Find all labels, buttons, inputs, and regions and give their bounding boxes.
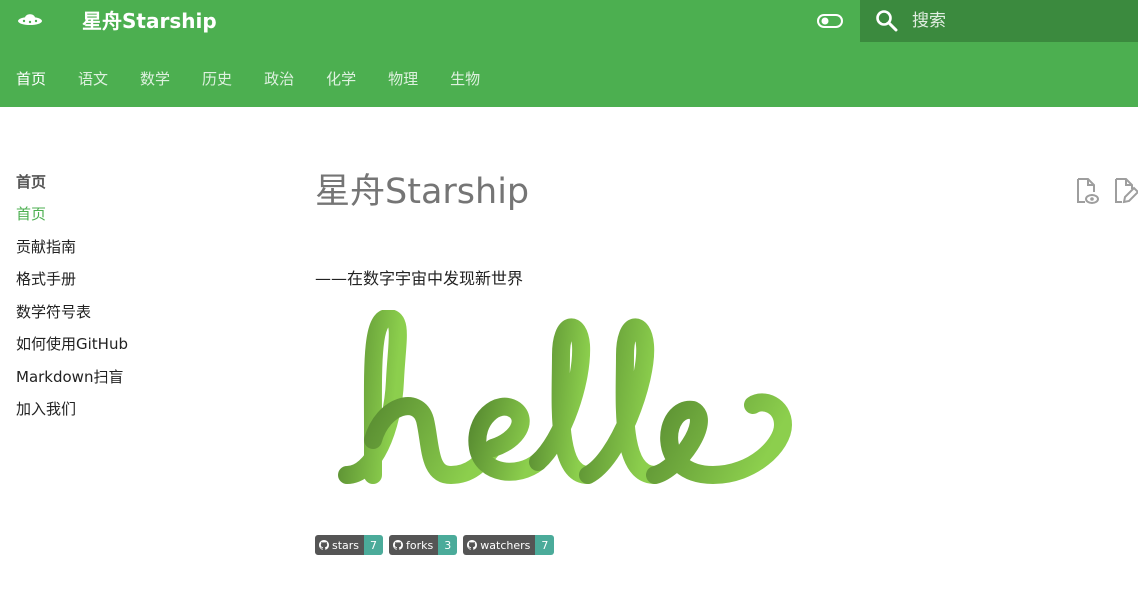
header-top-bar: 星舟Starship xyxy=(0,0,1138,42)
github-icon xyxy=(319,540,329,550)
tab-chemistry[interactable]: 化学 xyxy=(326,60,356,98)
tab-history[interactable]: 历史 xyxy=(202,60,232,98)
github-icon xyxy=(467,540,478,550)
tab-physics[interactable]: 物理 xyxy=(388,60,418,98)
repo-badges: stars 7 forks 3 watchers 7 xyxy=(315,535,560,555)
tab-math[interactable]: 数学 xyxy=(140,60,170,98)
badge-label-container: stars xyxy=(315,535,365,555)
badge-label-container: forks xyxy=(389,535,439,555)
view-source-icon[interactable] xyxy=(1074,176,1100,206)
tab-chinese[interactable]: 语文 xyxy=(78,60,108,98)
top-tabs: 首页 语文 数学 历史 政治 化学 物理 生物 xyxy=(0,60,496,98)
main-content: 星舟Starship ——在数字宇宙中发现新世界 xyxy=(315,168,1075,484)
sidebar-item-markdown[interactable]: Markdown扫盲 xyxy=(16,365,236,389)
sidebar-item-home[interactable]: 首页 xyxy=(16,202,236,226)
search-box[interactable] xyxy=(860,0,1138,42)
badge-label: forks xyxy=(406,538,434,552)
page-subtitle: ——在数字宇宙中发现新世界 xyxy=(315,269,524,288)
toggle-icon[interactable] xyxy=(816,10,844,32)
watchers-badge[interactable]: watchers 7 xyxy=(463,535,555,555)
badge-label-container: watchers xyxy=(463,535,536,555)
badge-count: 3 xyxy=(438,535,458,555)
forks-badge[interactable]: forks 3 xyxy=(389,535,458,555)
github-icon xyxy=(393,540,404,550)
page-actions xyxy=(1074,176,1138,208)
badge-count: 7 xyxy=(364,535,384,555)
sidebar-item-style-guide[interactable]: 格式手册 xyxy=(16,267,236,291)
badge-label: watchers xyxy=(480,538,531,552)
search-icon xyxy=(876,10,898,32)
stars-badge[interactable]: stars 7 xyxy=(315,535,384,555)
badge-count: 7 xyxy=(535,535,555,555)
tab-biology[interactable]: 生物 xyxy=(450,60,480,98)
sidebar-item-contributing[interactable]: 贡献指南 xyxy=(16,235,236,259)
search-input[interactable] xyxy=(912,6,1122,36)
site-header: 星舟Starship 首页 语文 数学 历史 政治 化学 物理 生物 xyxy=(0,0,1138,107)
sidebar-title: 首页 xyxy=(16,173,47,191)
tab-home[interactable]: 首页 xyxy=(16,60,46,98)
edit-page-icon[interactable] xyxy=(1112,176,1138,206)
site-title[interactable]: 星舟Starship xyxy=(82,7,217,35)
badge-label: stars xyxy=(332,538,360,552)
sidebar-item-join-us[interactable]: 加入我们 xyxy=(16,397,236,421)
hello-image xyxy=(338,310,792,484)
sidebar-item-github-guide[interactable]: 如何使用GitHub xyxy=(16,332,236,356)
sidebar: 首页 首页 贡献指南 格式手册 数学符号表 如何使用GitHub Markdow… xyxy=(16,170,236,430)
sidebar-item-math-symbols[interactable]: 数学符号表 xyxy=(16,300,236,324)
ufo-icon[interactable] xyxy=(16,9,44,31)
page-title: 星舟Starship xyxy=(315,172,530,212)
tab-politics[interactable]: 政治 xyxy=(264,60,294,98)
